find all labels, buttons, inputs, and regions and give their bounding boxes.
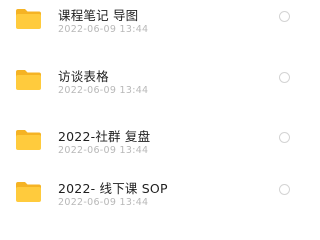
folder-icon (15, 129, 42, 151)
radio-circle-icon[interactable] (279, 11, 290, 22)
file-name: 2022-社群 复盘 (58, 129, 151, 144)
folder-icon (15, 181, 42, 203)
folder-icon (15, 8, 42, 30)
file-list: 课程笔记 导图 2022-06-09 13:44 访谈表格 2022-06-09… (0, 0, 300, 208)
file-row[interactable]: 课程笔记 导图 2022-06-09 13:44 (0, 0, 300, 37)
radio-circle-icon[interactable] (279, 184, 290, 195)
file-date: 2022-06-09 13:44 (58, 24, 149, 35)
file-name: 2022- 线下课 SOP (58, 181, 168, 196)
file-row[interactable]: 访谈表格 2022-06-09 13:44 (0, 58, 300, 98)
file-name: 访谈表格 (58, 69, 109, 84)
file-row[interactable]: 2022-社群 复盘 2022-06-09 13:44 (0, 118, 300, 158)
radio-circle-icon[interactable] (279, 132, 290, 143)
radio-circle-icon[interactable] (279, 72, 290, 83)
file-date: 2022-06-09 13:44 (58, 85, 149, 96)
folder-icon (15, 69, 42, 91)
file-date: 2022-06-09 13:44 (58, 145, 149, 156)
file-name: 课程笔记 导图 (58, 8, 139, 23)
file-row[interactable]: 2022- 线下课 SOP 2022-06-09 13:44 (0, 170, 300, 210)
file-date: 2022-06-09 13:44 (58, 197, 149, 208)
